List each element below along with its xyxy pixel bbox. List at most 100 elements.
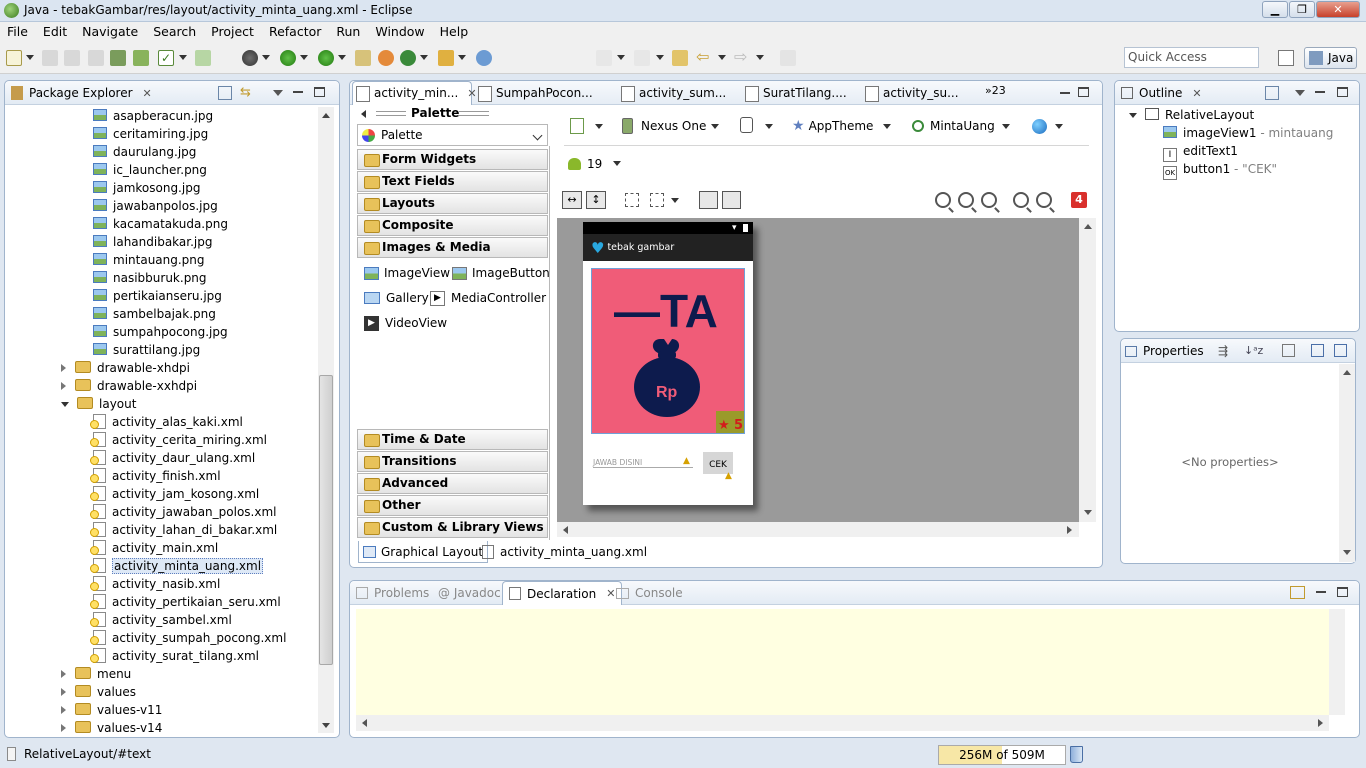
properties-expand-icon[interactable] [1311, 344, 1324, 357]
debug-dropdown-icon[interactable] [262, 55, 270, 60]
tree-item-image[interactable]: pertikaianseru.jpg [93, 287, 222, 305]
properties-tab[interactable]: Properties [1125, 342, 1204, 360]
api-level-dropdown-icon[interactable] [613, 161, 621, 166]
palette-drag-handle-right[interactable] [459, 111, 489, 116]
scroll-left-icon[interactable] [563, 526, 568, 534]
palette-category-text-fields[interactable]: Text Fields [357, 171, 548, 192]
editor-tab-activity-su[interactable]: activity_su... [863, 82, 959, 104]
run-dropdown-icon[interactable] [300, 55, 308, 60]
quick-access-field[interactable]: Quick Access [1124, 47, 1259, 68]
tree-item-folder[interactable]: menu [61, 665, 131, 683]
activity-selector[interactable]: MintaUang [912, 114, 995, 138]
forward-dropdown-icon[interactable] [756, 55, 764, 60]
expand-arrow-icon[interactable] [61, 364, 66, 372]
save-icon[interactable] [42, 50, 58, 66]
declaration-hscrollbar[interactable] [356, 715, 1329, 731]
palette-category-composite[interactable]: Composite [357, 215, 548, 236]
widget-imagebutton[interactable]: ImageButton [452, 264, 550, 282]
palette-category-time-date[interactable]: Time & Date [357, 429, 548, 450]
scroll-down-icon[interactable] [322, 723, 330, 728]
prev-annotation-icon[interactable] [634, 50, 650, 66]
collapse-all-icon[interactable] [218, 86, 232, 100]
prev-annotation-dropdown-icon[interactable] [656, 55, 664, 60]
tree-item-layout-file[interactable]: activity_pertikaian_seru.xml [90, 593, 281, 611]
declaration-vscrollbar[interactable] [1329, 609, 1345, 715]
new-java-class-icon[interactable] [400, 50, 416, 66]
tree-item-image[interactable]: jawabanpolos.jpg [93, 197, 218, 215]
scroll-up-icon[interactable] [322, 113, 330, 118]
orientation-dropdown-icon[interactable] [765, 124, 773, 129]
pin-editor-icon[interactable] [780, 50, 796, 66]
sdk-manager-icon[interactable] [110, 50, 126, 66]
button1-preview[interactable]: CEK ▲ [703, 452, 733, 481]
close-tab-icon[interactable]: ✕ [143, 87, 152, 100]
scroll-down-icon[interactable] [1084, 510, 1092, 515]
new-icon[interactable] [6, 50, 22, 66]
palette-category-other[interactable]: Other [357, 495, 548, 516]
tree-item-layout-file[interactable]: activity_jawaban_polos.xml [90, 503, 277, 521]
menu-search[interactable]: Search [146, 22, 204, 42]
editor-maximize-icon[interactable] [1078, 87, 1089, 97]
properties-scrollbar[interactable] [1339, 364, 1355, 562]
scroll-right-icon[interactable] [1318, 719, 1323, 727]
maximize-button[interactable]: ❐ [1289, 1, 1315, 18]
widget-videoview[interactable]: ▶ VideoView [364, 314, 447, 332]
zoom-in-icon[interactable] [1036, 192, 1052, 208]
tree-item-image[interactable]: sumpahpocong.jpg [93, 323, 228, 341]
palette-drag-handle[interactable] [376, 111, 406, 116]
tree-item-image[interactable]: asapberacun.jpg [93, 107, 213, 125]
coverage-icon[interactable] [355, 50, 371, 66]
clip-icon[interactable] [722, 191, 741, 209]
properties-sort-icon[interactable]: ↓ᵃz [1244, 344, 1263, 358]
menu-refactor[interactable]: Refactor [262, 22, 329, 42]
java-perspective-button[interactable]: Java [1304, 47, 1357, 69]
outline-item-button1[interactable]: OK button1 - "CEK" [1163, 160, 1277, 180]
theme-selector[interactable]: ★ AppTheme [792, 114, 873, 138]
zoom-out-icon[interactable] [1013, 192, 1029, 208]
tree-item-layout-file[interactable]: activity_finish.xml [90, 467, 221, 485]
resize-dropdown-icon[interactable] [671, 198, 679, 203]
problems-tab[interactable]: Problems [356, 584, 429, 602]
menu-navigate[interactable]: Navigate [75, 22, 146, 42]
tree-item-image[interactable]: jamkosong.jpg [93, 179, 200, 197]
tree-item-folder[interactable]: values-v14 [61, 719, 162, 736]
print-icon[interactable] [88, 50, 104, 66]
open-declaration-icon[interactable] [1290, 586, 1305, 599]
config-chooser-icon[interactable] [570, 118, 584, 134]
scroll-thumb[interactable] [319, 375, 333, 665]
open-task-icon[interactable] [476, 50, 492, 66]
tree-item-image[interactable]: lahandibakar.jpg [93, 233, 212, 251]
tree-item-layout-file[interactable]: activity_sambel.xml [90, 611, 232, 629]
menu-project[interactable]: Project [204, 22, 262, 42]
api-level-selector[interactable]: 19 [568, 155, 602, 173]
bottom-maximize-icon[interactable] [1337, 587, 1348, 597]
expand-arrow-icon[interactable] [61, 688, 66, 696]
tree-item-image[interactable]: ic_launcher.png [93, 161, 207, 179]
scroll-left-icon[interactable] [362, 719, 367, 727]
new-class-dropdown-icon[interactable] [420, 55, 428, 60]
tree-item-folder[interactable]: drawable-xhdpi [61, 359, 190, 377]
menu-help[interactable]: Help [433, 22, 477, 42]
properties-filter-icon[interactable]: ⇶ [1218, 344, 1232, 358]
zoom-100-icon[interactable] [981, 192, 997, 208]
zoom-to-fit-icon[interactable] [935, 192, 951, 208]
palette-dropdown[interactable]: Palette [357, 124, 548, 146]
heap-status[interactable]: 256M of 509M [938, 745, 1066, 765]
xml-source-tab[interactable]: activity_minta_uang.xml [478, 541, 651, 563]
new-android-project-icon[interactable] [195, 50, 211, 66]
expand-arrow-icon[interactable] [61, 382, 66, 390]
tree-item-layout-file[interactable]: activity_cerita_miring.xml [90, 431, 267, 449]
layout-marker-icon[interactable] [625, 193, 639, 207]
lint-check-icon[interactable]: ✓ [158, 50, 174, 66]
outline-minimize-icon[interactable] [1315, 91, 1325, 93]
palette-category-custom-library-views[interactable]: Custom & Library Views [357, 517, 548, 538]
orientation-icon[interactable] [740, 117, 753, 133]
package-explorer-tab[interactable]: Package Explorer ✕ [11, 84, 152, 102]
run-icon[interactable] [280, 50, 296, 66]
menu-file[interactable]: File [0, 22, 36, 42]
tree-item-layout-file[interactable]: activity_jam_kosong.xml [90, 485, 259, 503]
widget-imageview[interactable]: ImageView [364, 264, 450, 282]
declaration-tab[interactable]: Declaration ✕ [502, 581, 623, 605]
tree-item-layout-file[interactable]: activity_surat_tilang.xml [90, 647, 259, 665]
theme-dropdown-icon[interactable] [883, 124, 891, 129]
